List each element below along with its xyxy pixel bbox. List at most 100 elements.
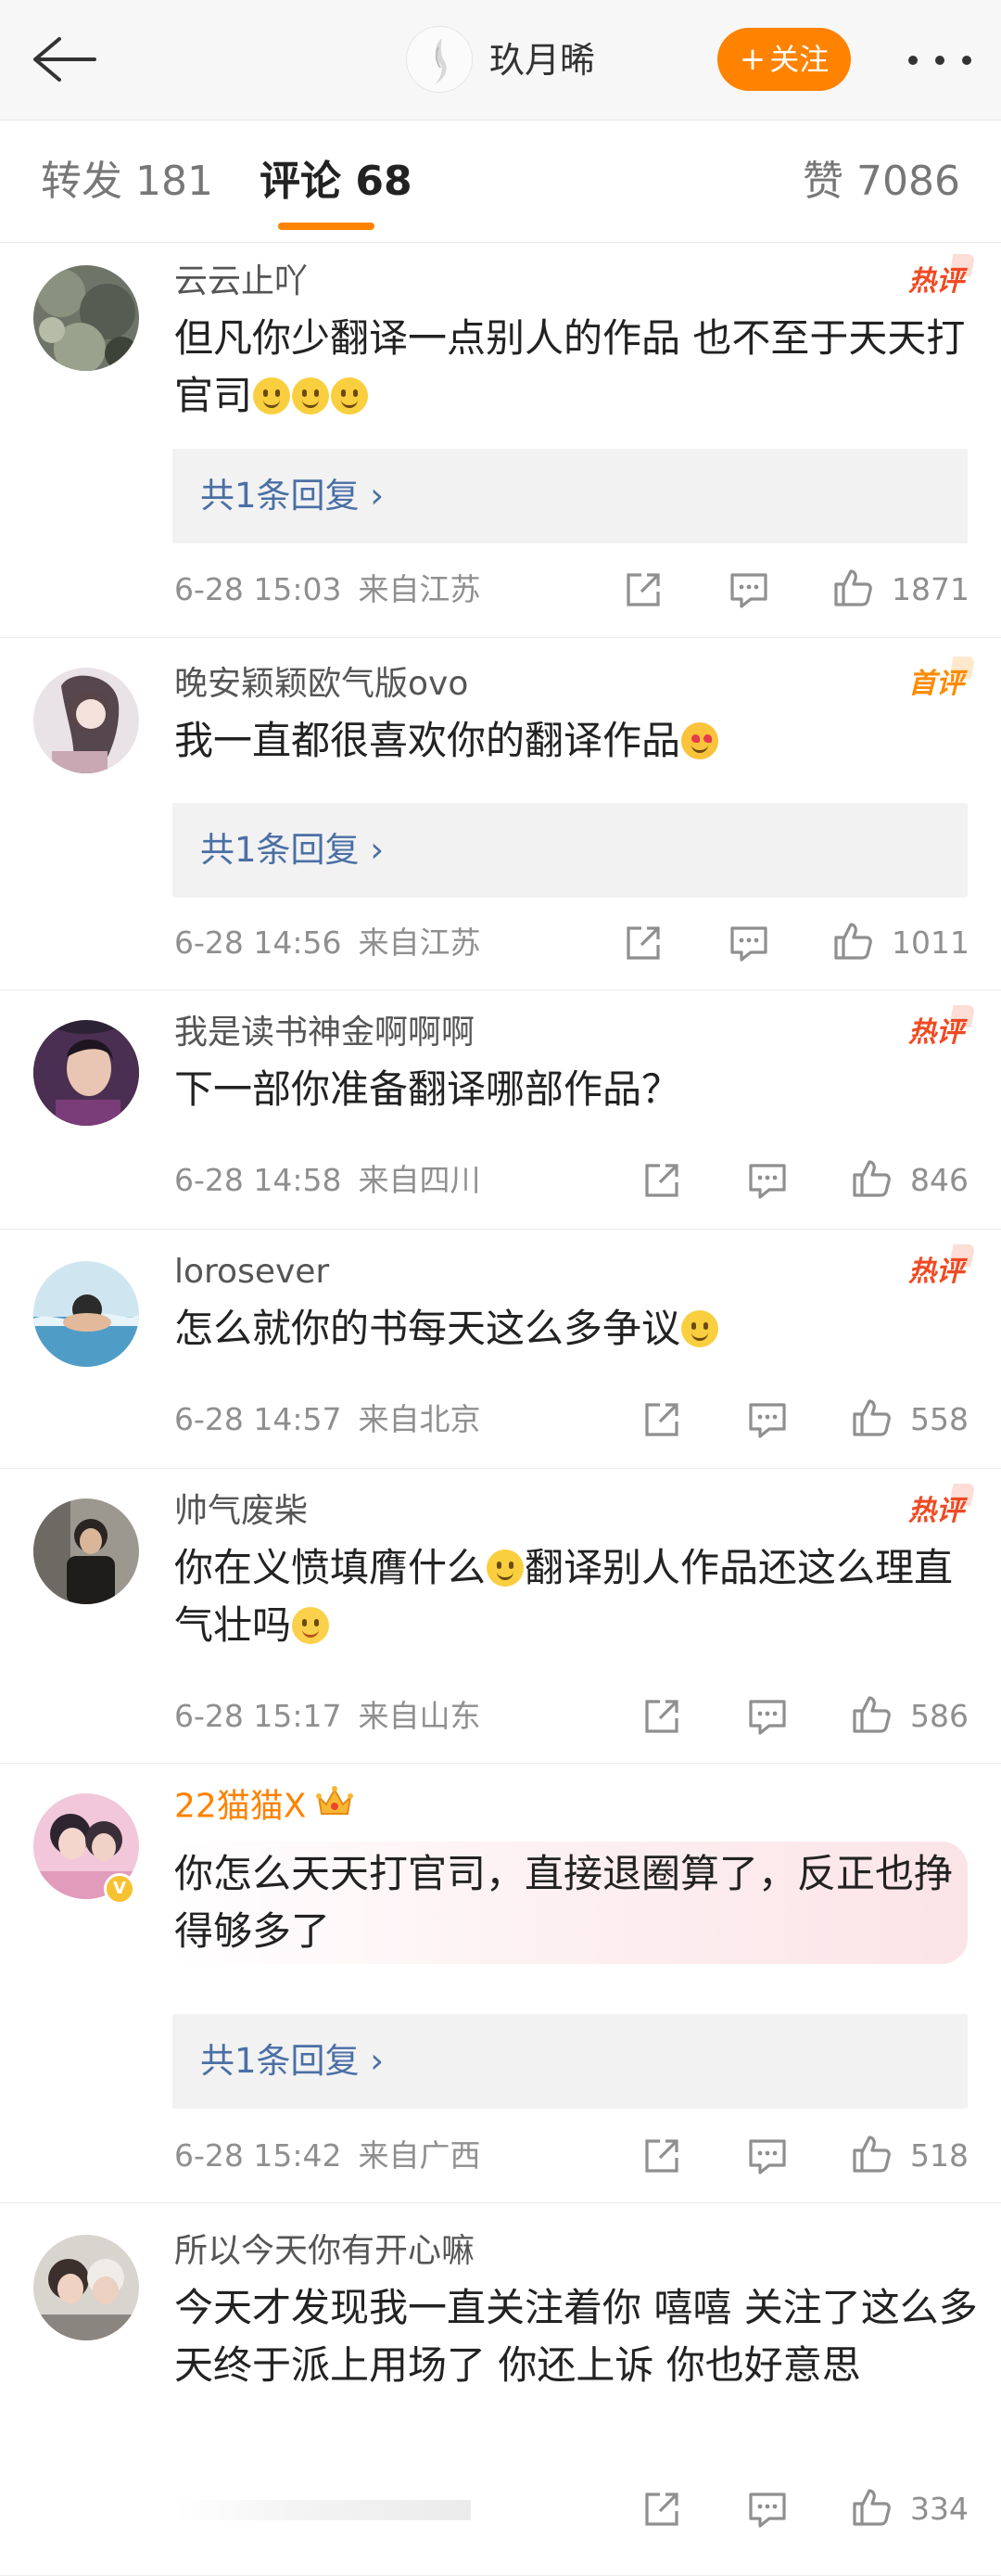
share-icon[interactable] (641, 1696, 682, 1737)
comment-item: 我是读书神金啊啊啊 热评 下一部你准备翻译哪部作品？ 6-28 14:58 来自四… (0, 990, 1001, 1230)
comment-item: lorosever 热评 怎么就你的书每天这么多争议 6-28 14:57 来自北… (0, 1230, 1001, 1469)
like-icon[interactable] (851, 2134, 892, 2174)
comment-meta: 6-28 14:57 来自北京 (174, 1398, 481, 1441)
avatar[interactable] (33, 1020, 139, 1126)
smile-emoji-icon (253, 377, 291, 414)
reply-summary-label: 共1条回复 › (200, 476, 385, 516)
share-icon[interactable] (623, 923, 664, 963)
plus-icon: + (739, 41, 767, 78)
tab-likes-label: 赞 (803, 158, 844, 205)
comment-time: 6-28 14:57 (174, 1401, 342, 1437)
comment-time: 6-28 15:42 (174, 2137, 342, 2174)
comment-time: 6-28 15:03 (174, 571, 342, 607)
comment-item: 云云止吖 热评 但凡你少翻译一点别人的作品 也不至于天天打官司 共1条回复 › … (0, 243, 1001, 638)
reply-summary-label: 共1条回复 › (200, 830, 385, 870)
like-icon[interactable] (832, 921, 873, 962)
comment-icon[interactable] (729, 569, 769, 610)
like-icon[interactable] (851, 1694, 892, 1735)
arrow-left-icon[interactable] (28, 33, 98, 85)
tab-reposts[interactable]: 转发 181 (41, 156, 213, 208)
author-avatar[interactable] (406, 26, 473, 93)
like-icon[interactable] (851, 1158, 892, 1199)
comment-icon[interactable] (747, 2489, 788, 2530)
comment-icon[interactable] (747, 2136, 788, 2176)
share-icon[interactable] (641, 1399, 682, 1440)
commenter-name[interactable]: 云云止吖 (174, 260, 308, 304)
sweat-smile-emoji-icon (681, 1310, 719, 1347)
comment-time: 6-28 15:17 (174, 1698, 342, 1734)
tab-comments-count: 68 (355, 158, 412, 205)
avatar[interactable] (33, 668, 139, 773)
commenter-name[interactable]: 22猫猫X (174, 1784, 354, 1831)
author-name[interactable]: 玖月晞 (489, 37, 595, 83)
comment-text-content: 怎么就你的书每天这么多争议 (174, 1306, 681, 1351)
like-count: 1871 (892, 571, 969, 607)
comment-meta: 6-28 15:17 来自山东 (174, 1695, 481, 1738)
avatar[interactable] (33, 265, 139, 371)
more-dots-icon[interactable] (906, 48, 973, 70)
like-icon[interactable] (851, 1397, 892, 1438)
reply-summary[interactable]: 共1条回复 › (172, 2014, 968, 2109)
share-icon[interactable] (623, 569, 664, 610)
share-icon[interactable] (641, 2136, 682, 2176)
comment-text-content: 我一直都很喜欢你的翻译作品 (174, 718, 681, 763)
comment-meta: 6-28 14:56 来自江苏 (174, 922, 481, 964)
tab-comments[interactable]: 评论 68 (260, 156, 412, 208)
reply-summary[interactable]: 共1条回复 › (172, 449, 968, 543)
first-comment-badge: 首评 (908, 666, 964, 703)
comment-location: 来自四川 (358, 1162, 481, 1198)
reply-summary[interactable]: 共1条回复 › (172, 803, 968, 898)
comment-icon[interactable] (747, 1160, 788, 1201)
comment-icon[interactable] (747, 1399, 788, 1440)
commenter-name[interactable]: 我是读书神金啊啊啊 (174, 1011, 475, 1055)
comment-time: 6-28 14:56 (174, 925, 342, 961)
like-count: 846 (910, 1162, 969, 1198)
smile-emoji-icon (292, 377, 330, 414)
crown-icon (315, 1784, 354, 1831)
share-icon[interactable] (641, 1160, 682, 1201)
comment-meta: 6-28 15:42 来自广西 (174, 2135, 481, 2177)
comment-icon[interactable] (729, 923, 769, 963)
comment-icon[interactable] (747, 1696, 788, 1737)
tab-likes[interactable]: 赞 7086 (803, 156, 960, 208)
comment-time: 6-28 14:58 (174, 1162, 342, 1198)
verified-badge-icon: V (104, 1873, 135, 1905)
thinking-emoji-icon (487, 1549, 525, 1587)
avatar[interactable] (33, 2235, 139, 2340)
commenter-name[interactable]: lorosever (174, 1250, 329, 1294)
comment-item: V 22猫猫X 你怎么天天打官司，直接退圈算了，反正也挣得够多了 共1条回复 ›… (0, 1764, 1001, 2203)
follow-button[interactable]: + 关注 (717, 28, 851, 91)
avatar[interactable] (33, 1498, 139, 1604)
like-icon[interactable] (832, 567, 873, 608)
comment-item: 晚安颖颖欧气版ovo 首评 我一直都很喜欢你的翻译作品 共1条回复 › 6-28… (0, 638, 1001, 990)
comment-location: 来自江苏 (358, 925, 481, 961)
comment-text-part-1: 你在义愤填膺什么 (174, 1545, 487, 1590)
like-count: 518 (910, 2137, 969, 2174)
masked-meta (174, 2500, 471, 2520)
love-eyes-emoji-icon (681, 722, 719, 759)
commenter-name[interactable]: 所以今天你有开心嘛 (174, 2229, 475, 2274)
like-count: 334 (910, 2491, 969, 2527)
smile-emoji-icon (331, 377, 369, 414)
top-bar: 玖月晞 + 关注 (0, 0, 1001, 121)
comment-text: 我一直都很喜欢你的翻译作品 (174, 712, 981, 770)
blush-emoji-icon (292, 1607, 330, 1644)
comment-item: 所以今天你有开心嘛 今天才发现我一直关注着你 嘻嘻 关注了这么多天终于派上用场了… (0, 2203, 1001, 2576)
comment-text: 但凡你少翻译一点别人的作品 也不至于天天打官司 (174, 310, 981, 425)
like-count: 1011 (892, 925, 969, 961)
commenter-name-text: 22猫猫X (174, 1787, 307, 1826)
commenter-name[interactable]: 帅气废柴 (174, 1489, 308, 1534)
comment-location: 来自江苏 (358, 571, 481, 607)
tab-reposts-label: 转发 (41, 158, 122, 205)
share-icon[interactable] (641, 2489, 682, 2530)
commenter-name[interactable]: 晚安颖颖欧气版ovo (174, 662, 468, 707)
comment-text: 你在义愤填膺什么 翻译别人作品还这么理直气壮吗 (174, 1539, 981, 1654)
hot-comment-badge: 热评 (908, 1254, 964, 1291)
comment-text: 下一部你准备翻译哪部作品？ (174, 1066, 681, 1112)
like-icon[interactable] (851, 2487, 892, 2528)
comment-meta: 6-28 15:03 来自江苏 (174, 568, 481, 611)
comment-text: 你怎么天天打官司，直接退圈算了，反正也挣得够多了 (167, 1842, 968, 1964)
hot-comment-badge: 热评 (908, 1493, 964, 1530)
tab-reposts-count: 181 (135, 158, 213, 205)
avatar[interactable] (33, 1261, 139, 1367)
